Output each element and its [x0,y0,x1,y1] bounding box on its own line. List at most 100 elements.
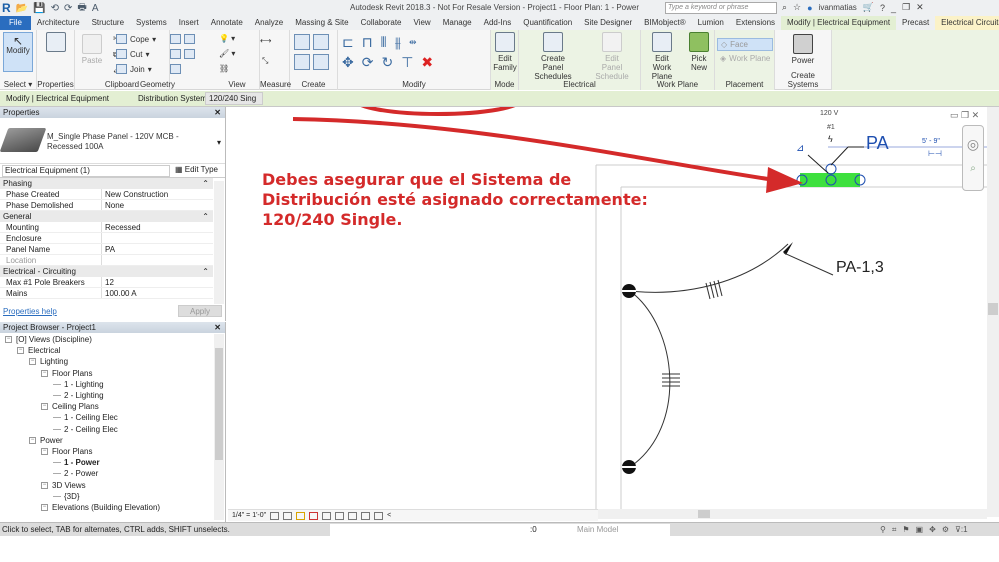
tab-collaborate[interactable]: Collaborate [355,16,408,30]
tree-node[interactable]: 1 - Power [53,458,100,467]
edit-family-button[interactable]: Edit Family [493,32,517,72]
tab-view[interactable]: View [408,16,437,30]
property-value[interactable]: 12 [102,277,213,287]
property-row[interactable]: Phase Created New Construction [0,189,213,200]
collapse-icon[interactable]: ⌃ [202,266,209,277]
view-minimize-icon[interactable]: ▭ [950,110,959,120]
delete-icon[interactable]: ✖ [421,54,433,71]
horizontal-scrollbar[interactable] [598,509,987,519]
property-value[interactable]: Recessed [102,222,213,232]
distribution-system-select[interactable]: 120/240 Sing ⌄ [205,92,263,114]
favorites-icon[interactable]: ☆ [793,2,801,13]
tab-bimobject[interactable]: BIMobject® [638,16,691,30]
tree-node[interactable]: 2 - Lighting [53,391,104,400]
paste-button[interactable]: Paste [79,34,105,65]
select-by-face-icon[interactable]: ▣ [916,523,924,536]
close-icon[interactable]: ✕ [214,322,221,333]
expand-toggle-icon[interactable]: − [41,403,48,411]
hide-element-icon[interactable]: 💡 ▾ [219,34,235,43]
help-icon[interactable]: ? [880,3,885,13]
steering-wheel-icon[interactable]: ◎ [963,136,983,153]
property-row[interactable]: Mains 100.00 A [0,288,213,299]
join-button[interactable]: Join ▾ [116,64,152,74]
modify-tools-row2[interactable]: ✥ ⟳ ↻ ⊤ ✖ [342,54,433,71]
tree-node[interactable]: 1 - Ceiling Elec [53,413,118,422]
property-section[interactable]: General ⌃ [0,211,213,222]
tab-site-designer[interactable]: Site Designer [578,16,638,30]
tree-node[interactable]: 2 - Ceiling Elec [53,425,118,434]
vertical-scroll-thumb[interactable] [988,303,998,315]
mirror-pick-icon[interactable]: ⫴ [381,34,387,51]
scroll-thumb[interactable] [215,348,223,460]
tree-node[interactable]: − Power [29,436,63,445]
circuit-tag[interactable]: PA-1,3 [836,259,884,277]
temporary-hide-icon[interactable] [361,511,371,520]
expand-toggle-icon[interactable]: − [29,358,36,366]
expand-toggle-icon[interactable]: − [5,336,12,343]
create-panel-schedules-button[interactable]: Create Panel Schedules [523,32,583,81]
user-icon[interactable]: ● [807,3,812,13]
cart-icon[interactable]: 🛒 [863,2,874,13]
username[interactable]: ivanmatias [819,3,857,12]
workset-select[interactable] [330,524,590,536]
tab-analyze[interactable]: Analyze [249,16,289,30]
cut-button[interactable]: Cut ▾ [116,49,149,59]
tab-insert[interactable]: Insert [173,16,205,30]
tree-node[interactable]: − Floor Plans [41,369,92,378]
tree-node[interactable]: − Floor Plans [41,447,92,456]
tree-node[interactable]: −3D Views [41,481,86,490]
restore-button[interactable]: ❐ [902,2,910,13]
tab-add-ins[interactable]: Add-Ins [478,16,518,30]
offset-icon[interactable]: ⊓ [362,34,373,51]
split-icon[interactable]: ⇹ [409,37,417,48]
element-filter-select[interactable]: Electrical Equipment (1) [2,165,170,177]
create-group-icon[interactable] [294,34,329,50]
flip-control-icon[interactable]: ⊿ [796,143,804,154]
rotate-icon[interactable]: ↻ [381,54,393,71]
show-crop-icon[interactable] [335,511,345,520]
work-plane-placement-button[interactable]: ◈ Work Plane [717,54,770,63]
collapse-icon[interactable]: ⌃ [202,211,209,222]
property-row[interactable]: Mounting Recessed [0,222,213,233]
main-model-select[interactable]: Main Model [574,524,670,536]
tab-systems[interactable]: Systems [130,16,173,30]
background-process-icon[interactable]: ⚙ [942,523,949,536]
tab-extensions[interactable]: Extensions [730,16,781,30]
view-close-icon[interactable]: ✕ [972,110,980,120]
collapse-icon[interactable]: ⌃ [202,178,209,189]
tree-node[interactable]: 1 - Lighting [53,380,104,389]
binoculars-icon[interactable]: ⌕ [782,2,787,13]
panel-tag[interactable]: PA [866,133,889,154]
copy-element-icon[interactable]: ⟳ [362,54,374,71]
override-graphics-icon[interactable]: 🖌 ▾ [219,49,235,58]
modify-button[interactable]: ↖ Modify [3,32,33,72]
sun-path-icon[interactable] [296,511,306,520]
align-icon[interactable]: ⊏ [342,34,354,51]
mirror-draw-icon[interactable]: ⫵ [395,34,401,51]
tree-node[interactable]: − Ceiling Plans [41,402,99,411]
expand-toggle-icon[interactable]: − [41,481,48,489]
properties-scrollbar[interactable] [214,181,224,304]
crop-view-icon[interactable] [322,511,332,520]
geometry-tool-3[interactable] [170,64,181,74]
horizontal-scroll-thumb[interactable] [698,510,710,518]
modify-tools-row1[interactable]: ⊏ ⊓ ⫴ ⫵ ⇹ [342,34,417,51]
tab-modify-electrical-equipment[interactable]: Modify | Electrical Equipment [781,16,897,30]
edit-panel-schedule-button[interactable]: Edit Panel Schedule [585,32,639,81]
edit-type-button[interactable]: ▦ Edit Type [175,165,218,174]
tree-node[interactable]: {3D} [53,492,80,501]
tab-lumion[interactable]: Lumion [692,16,730,30]
expand-toggle-icon[interactable]: − [29,436,36,444]
properties-button[interactable] [42,32,70,54]
property-value[interactable]: None [102,200,213,210]
property-row[interactable]: Enclosure [0,233,213,244]
property-section[interactable]: Phasing ⌃ [0,178,213,189]
tab-structure[interactable]: Structure [86,16,130,30]
expand-toggle-icon[interactable]: − [17,347,24,355]
close-button[interactable]: ✕ [916,2,924,13]
visual-style-icon[interactable] [283,511,293,520]
print-icon[interactable]: 🖶 [77,0,86,17]
linework-icon[interactable]: ⛓ [219,64,229,73]
tab-quantification[interactable]: Quantification [517,16,578,30]
tree-node[interactable]: − [O] Views (Discipline) [5,335,92,344]
